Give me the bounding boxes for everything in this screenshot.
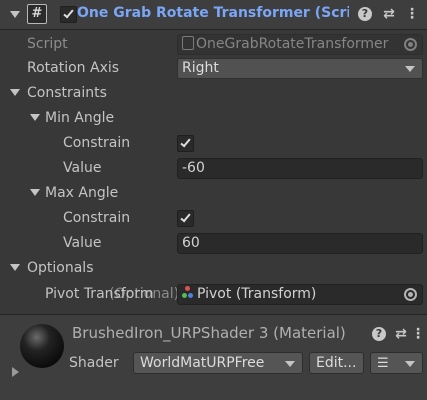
shader-value: WorldMatURPFree [140, 355, 265, 371]
max-constrain-row: Constrain [0, 206, 427, 231]
checkmark-icon [180, 136, 191, 148]
pivot-transform-value: Pivot (Transform) [197, 286, 317, 302]
rotation-axis-dropdown[interactable]: Right [177, 58, 423, 79]
max-value-label: Value [63, 235, 102, 251]
max-angle-row[interactable]: Max Angle [0, 181, 427, 206]
component-foldout-arrow[interactable] [10, 11, 20, 18]
material-expand-arrow-icon[interactable] [12, 367, 19, 377]
optionals-label: Optionals [27, 260, 94, 276]
min-angle-foldout-icon[interactable] [30, 114, 40, 121]
shader-dropdown[interactable]: WorldMatURPFree [133, 352, 303, 374]
script-icon: # [27, 4, 47, 24]
material-title: BrushedIron_URPShader 3 (Material) [72, 324, 346, 342]
script-label: Script [27, 36, 68, 52]
script-row: Script OneGrabRotateTransformer [0, 32, 427, 57]
rotation-axis-row: Rotation Axis Right [0, 56, 427, 81]
max-constrain-checkbox[interactable] [177, 210, 194, 227]
component-title: One Grab Rotate Transformer (Script) [77, 5, 349, 21]
min-constrain-checkbox[interactable] [177, 135, 194, 152]
object-picker-icon[interactable] [404, 288, 417, 301]
chevron-down-icon [405, 361, 415, 367]
rotation-axis-value: Right [182, 60, 219, 76]
max-value-input[interactable]: 60 [177, 233, 423, 254]
pivot-transform-field[interactable]: Pivot (Transform) [177, 284, 423, 305]
shader-options-dropdown[interactable]: ☰ [370, 352, 423, 374]
checkmark-icon [63, 7, 74, 19]
pivot-transform-label: Pivot Transform [45, 286, 154, 302]
chevron-down-icon [405, 66, 415, 72]
script-value: OneGrabRotateTransformer [196, 36, 389, 52]
component-enabled-checkbox[interactable] [60, 6, 77, 23]
chevron-down-icon [285, 361, 295, 367]
script-field: OneGrabRotateTransformer [177, 34, 423, 55]
max-angle-foldout-icon[interactable] [30, 189, 40, 196]
constraints-label: Constraints [27, 85, 107, 101]
min-constrain-label: Constrain [63, 135, 131, 151]
script-file-icon [182, 36, 194, 50]
min-value-label: Value [63, 160, 102, 176]
constraints-row[interactable]: Constraints [0, 81, 427, 106]
help-icon[interactable]: ? [358, 7, 372, 21]
object-picker-icon [404, 38, 417, 51]
material-preview-sphere [20, 324, 64, 368]
optionals-row[interactable]: Optionals [0, 256, 427, 281]
max-value-row: Value 60 [0, 231, 427, 256]
preset-icon[interactable]: ⇄ [392, 325, 410, 343]
max-constrain-label: Constrain [63, 210, 131, 226]
shader-edit-button[interactable]: Edit... [309, 352, 364, 374]
max-angle-label: Max Angle [45, 185, 119, 201]
min-value-row: Value -60 [0, 156, 427, 181]
more-options-icon[interactable]: ⋮ [403, 5, 421, 23]
pivot-transform-row: (Optional) Pivot Transform Pivot (Transf… [0, 282, 427, 307]
min-angle-label: Min Angle [45, 110, 115, 126]
shader-label: Shader [69, 355, 119, 371]
help-icon[interactable]: ? [372, 327, 386, 341]
preset-icon[interactable]: ⇄ [380, 5, 398, 23]
list-icon: ☰ [377, 356, 389, 371]
checkmark-icon [180, 211, 191, 223]
rotation-axis-label: Rotation Axis [27, 60, 120, 76]
optionals-foldout-icon[interactable] [10, 264, 20, 271]
min-constrain-row: Constrain [0, 131, 427, 156]
min-angle-row[interactable]: Min Angle [0, 106, 427, 131]
transform-icon [182, 286, 194, 300]
component-header: # One Grab Rotate Transformer (Script) ?… [0, 0, 427, 30]
more-options-icon[interactable]: ⋮ [409, 325, 427, 343]
material-section: BrushedIron_URPShader 3 (Material) ? ⇄ ⋮… [0, 314, 427, 400]
constraints-foldout-icon[interactable] [10, 89, 20, 96]
min-value-input[interactable]: -60 [177, 158, 423, 179]
